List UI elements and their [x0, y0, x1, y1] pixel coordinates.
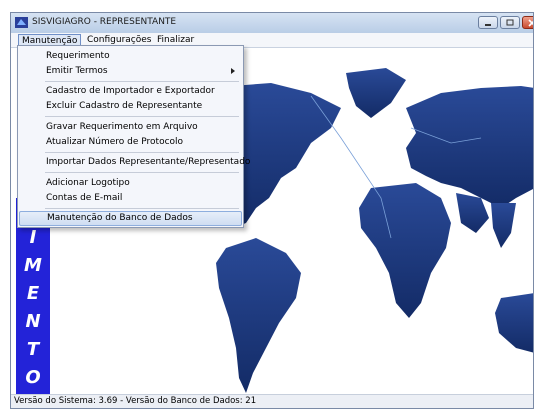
close-button[interactable] — [522, 16, 533, 29]
maximize-icon — [506, 19, 514, 26]
menu-item-emitir-termos[interactable]: Emitir Termos — [19, 64, 242, 79]
menu-item-adicionar-logotipo[interactable]: Adicionar Logotipo — [19, 176, 242, 191]
status-text: Versão do Sistema: 3.69 - Versão do Banc… — [14, 396, 257, 406]
menu-separator — [45, 208, 239, 209]
app-logo-icon — [15, 17, 28, 28]
logo-letter: O — [25, 367, 40, 388]
logo-letter: N — [25, 311, 40, 332]
menu-separator — [45, 152, 239, 153]
menu-item-label: Emitir Termos — [46, 66, 108, 76]
logo-letter: E — [27, 283, 40, 304]
menu-item-cadastro-importador-exportador[interactable]: Cadastro de Importador e Exportador — [19, 84, 242, 99]
minimize-icon — [485, 24, 491, 26]
maximize-button[interactable] — [500, 16, 520, 29]
close-icon — [528, 19, 533, 27]
logo-letter: T — [27, 339, 41, 360]
logo-letter: M — [24, 255, 42, 276]
menu-separator — [45, 172, 239, 173]
menu-item-manutencao-banco-dados[interactable]: Manutenção do Banco de Dados — [19, 211, 242, 226]
menu-separator — [45, 81, 239, 82]
menu-item-requerimento[interactable]: Requerimento — [19, 49, 242, 64]
menu-item-importar-dados[interactable]: Importar Dados Representante/Representad… — [19, 155, 250, 170]
manutencao-dropdown-menu: Requerimento Emitir Termos Cadastro de I… — [17, 45, 250, 228]
minimize-button[interactable] — [478, 16, 498, 29]
submenu-arrow-icon — [231, 68, 235, 74]
menu-item-contas-email[interactable]: Contas de E-mail — [19, 191, 242, 206]
menu-item-gravar-requerimento[interactable]: Gravar Requerimento em Arquivo — [19, 120, 242, 135]
menu-item-atualizar-protocolo[interactable]: Atualizar Número de Protocolo — [19, 135, 242, 150]
window-title: SISVIGIAGRO - REPRESENTANTE — [32, 17, 177, 27]
logo-letter: I — [30, 227, 37, 248]
menu-item-excluir-representante[interactable]: Excluir Cadastro de Representante — [19, 99, 242, 114]
title-bar[interactable]: SISVIGIAGRO - REPRESENTANTE — [11, 13, 533, 34]
status-bar: Versão do Sistema: 3.69 - Versão do Banc… — [11, 394, 533, 408]
menu-separator — [45, 116, 239, 117]
